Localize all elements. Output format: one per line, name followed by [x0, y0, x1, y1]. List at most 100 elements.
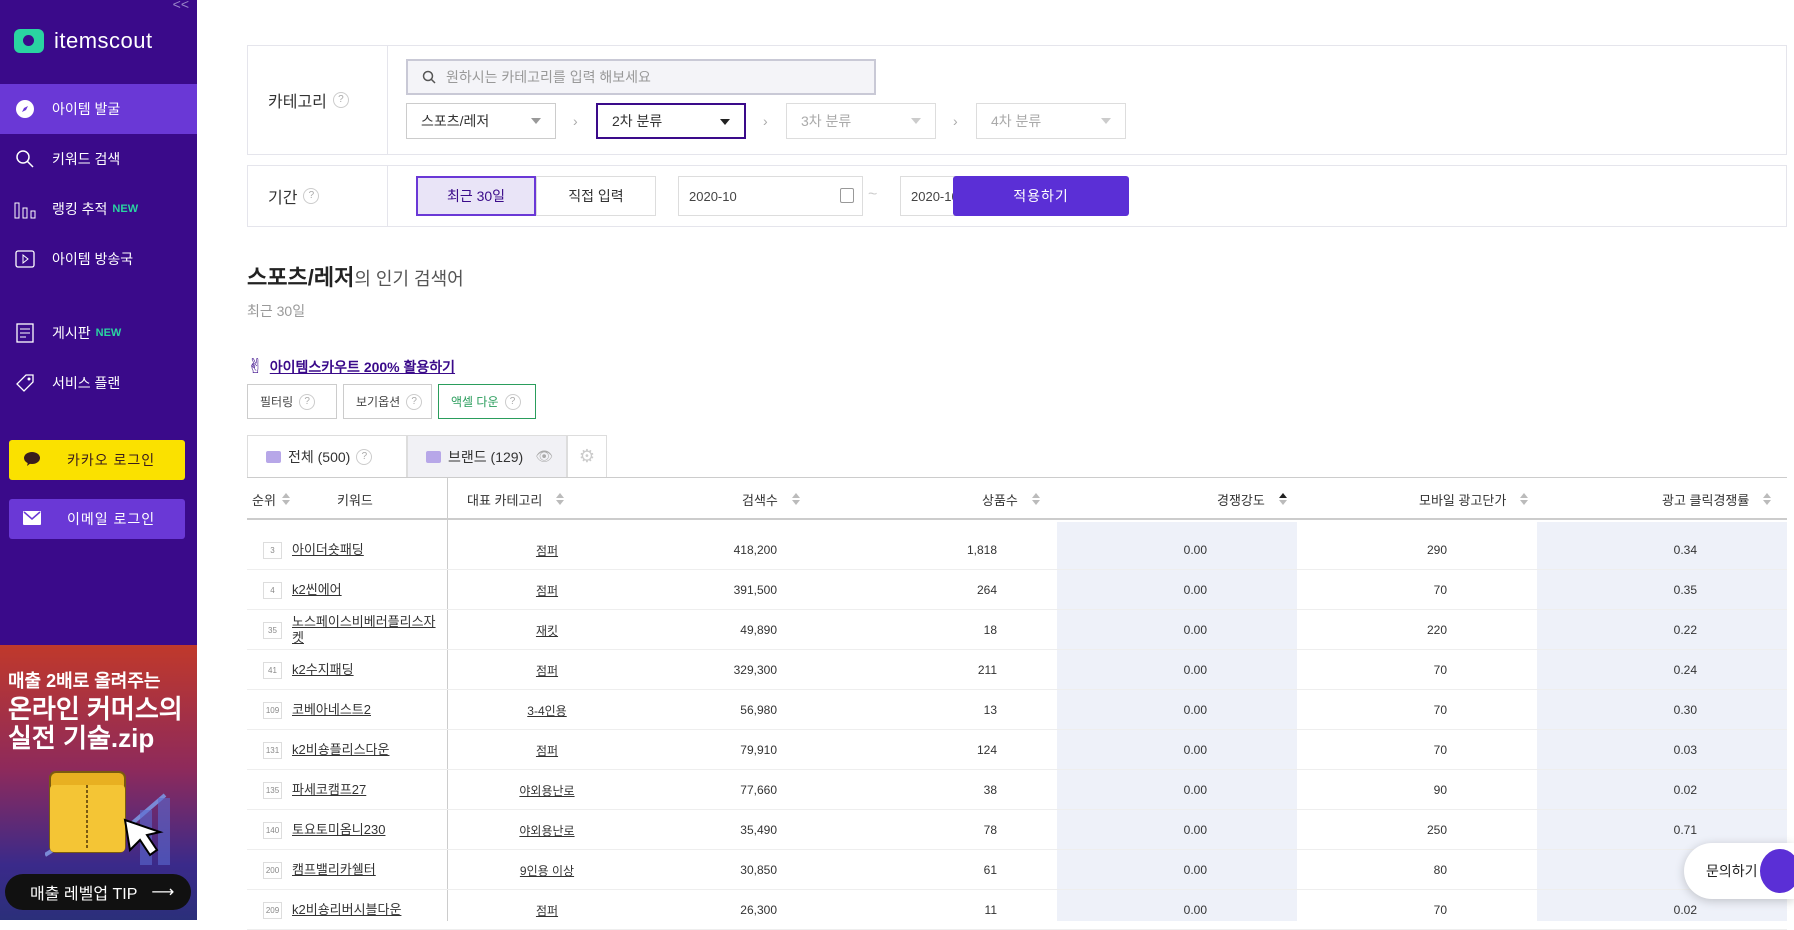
col-rank[interactable]: 순위 — [252, 478, 290, 520]
inquiry-button[interactable]: 문의하기 — [1684, 843, 1794, 899]
filter-button[interactable]: 필터링? — [247, 384, 337, 419]
banner-headline: 온라인 커머스의 실전 기술.zip — [8, 695, 183, 753]
sidebar-item-item-discovery[interactable]: 아이템 발굴 — [0, 84, 197, 134]
keyword-link[interactable]: k2비숑플리스다운 — [292, 730, 444, 770]
sort-icon[interactable] — [1520, 493, 1529, 505]
view-options-button[interactable]: 보기옵션? — [343, 384, 432, 419]
click-competition-value: 0.30 — [1673, 703, 1697, 717]
competition-value: 0.00 — [1183, 863, 1207, 877]
apply-button[interactable]: 적용하기 — [953, 176, 1129, 216]
category-level2-select[interactable]: 2차 분류 — [596, 103, 746, 139]
help-icon[interactable]: ? — [356, 448, 373, 465]
chevron-down-icon — [531, 118, 541, 124]
promo-link-text: 아이템스카우트 200% 활용하기 — [269, 358, 456, 375]
promo-banner[interactable]: 매출 2배로 올려주는 온라인 커머스의 실전 기술.zip 매출 레벨업 TI… — [0, 645, 197, 920]
rank-number: 41 — [263, 661, 282, 679]
sort-icon[interactable] — [556, 493, 565, 505]
search-count: 77,660 — [740, 783, 777, 797]
keyword-link[interactable]: 캠프밸리카쉘터 — [292, 850, 444, 890]
mobile-cpc-value: 90 — [1433, 783, 1447, 797]
category-level1-select[interactable]: 스포츠/레저 — [406, 103, 556, 139]
search-count: 329,300 — [733, 663, 777, 677]
help-icon[interactable]: ? — [332, 92, 349, 108]
help-icon[interactable]: ? — [504, 393, 521, 410]
sort-icon[interactable] — [1763, 493, 1772, 505]
folder-icon — [266, 450, 281, 463]
category-search-input[interactable]: 원하시는 카테고리를 입력 해보세요 — [406, 59, 876, 95]
keyword-link[interactable]: k2씬에어 — [292, 570, 444, 610]
tip-button[interactable]: 매출 레벨업 TIP ⟶ — [5, 874, 191, 910]
category-filter: 카테고리? 원하시는 카테고리를 입력 해보세요 스포츠/레저 › 2차 분류 … — [247, 45, 1787, 155]
mobile-cpc-value: 290 — [1426, 543, 1447, 557]
col-click-competition[interactable]: 광고 클릭경쟁률 — [1662, 478, 1772, 520]
collapse-sidebar-icon[interactable]: << — [173, 0, 189, 12]
sort-asc-icon[interactable] — [1278, 493, 1287, 505]
select-value: 2차 분류 — [612, 113, 663, 129]
custom-range-button[interactable]: 직접 입력 — [536, 176, 656, 216]
mobile-cpc-value: 70 — [1433, 903, 1447, 917]
keyword-link[interactable]: 토요토미옴니230 — [292, 810, 444, 850]
rank-badge: 131 — [263, 730, 282, 770]
sort-icon[interactable] — [791, 493, 800, 505]
chevron-down-icon — [1101, 118, 1111, 124]
sort-icon[interactable] — [281, 493, 290, 505]
email-login-button[interactable]: 이메일 로그인 — [9, 499, 185, 539]
banner-line-2: 온라인 커머스의 — [8, 694, 183, 724]
filter-label: 필터링 — [260, 395, 294, 409]
competition-value: 0.00 — [1183, 823, 1207, 837]
rank-number: 3 — [263, 541, 282, 559]
competition-value: 0.00 — [1183, 783, 1207, 797]
rank-number: 209 — [263, 901, 282, 919]
last-30-days-button[interactable]: 최근 30일 — [416, 176, 536, 216]
keyword-link[interactable]: 파세코캠프27 — [292, 770, 444, 810]
sort-icon[interactable] — [1031, 493, 1040, 505]
excel-download-button[interactable]: 액셀 다운? — [438, 384, 536, 419]
logo-text: itemscout — [54, 28, 153, 53]
sidebar-item-broadcast[interactable]: 아이템 방송국 — [0, 234, 197, 284]
tab-brand[interactable]: 브랜드 (129) 👁 — [407, 435, 567, 477]
search-count: 30,850 — [740, 863, 777, 877]
logo[interactable]: itemscout — [14, 28, 153, 54]
kakao-login-button[interactable]: 카카오 로그인 — [9, 440, 185, 480]
col-search-count[interactable]: 검색수 — [742, 478, 800, 520]
keyword-link[interactable]: 노스페이스비베러플리스자켓 — [292, 610, 444, 650]
help-icon[interactable]: ? — [406, 393, 423, 410]
sidebar-item-board[interactable]: 게시판 NEW — [0, 308, 197, 358]
col-mobile-cpc[interactable]: 모바일 광고단가 — [1419, 478, 1529, 520]
date-from-input[interactable]: 2020-10 — [678, 176, 863, 216]
tab-all[interactable]: 전체 (500)? — [247, 435, 407, 477]
tag-icon — [14, 372, 36, 394]
date-from-value: 2020-10 — [689, 188, 737, 204]
sidebar-item-label: 아이템 발굴 — [52, 101, 121, 117]
keyword-link[interactable]: k2수지패딩 — [292, 650, 444, 690]
inquiry-label: 문의하기 — [1706, 863, 1758, 879]
promo-link[interactable]: ✌ 아이템스카우트 200% 활용하기 — [247, 354, 455, 379]
keyword-link[interactable]: k2비숑리버시블다운 — [292, 890, 444, 930]
gear-icon[interactable]: ⚙ — [567, 435, 607, 477]
rank-number: 200 — [263, 861, 282, 879]
sidebar-item-keyword-search[interactable]: 키워드 검색 — [0, 134, 197, 184]
sidebar-item-ranking[interactable]: 랭킹 추적 NEW — [0, 184, 197, 234]
keyword-link[interactable]: 코베아네스트2 — [292, 690, 444, 730]
eye-icon[interactable]: 👁 — [535, 448, 553, 465]
rank-badge: 41 — [263, 650, 282, 690]
search-count: 79,910 — [740, 743, 777, 757]
category-level3-select[interactable]: 3차 분류 — [786, 103, 936, 139]
rank-number: 109 — [263, 701, 282, 719]
rank-badge: 3 — [263, 530, 282, 570]
sidebar-item-service-plan[interactable]: 서비스 플랜 — [0, 358, 197, 408]
help-icon[interactable]: ? — [299, 393, 316, 410]
search-icon — [14, 148, 36, 170]
col-competition[interactable]: 경쟁강도 — [1217, 478, 1287, 520]
keyword-link[interactable]: 아이더숏패딩 — [292, 530, 444, 570]
col-product-count[interactable]: 상품수 — [982, 478, 1040, 520]
new-badge: NEW — [95, 327, 122, 339]
col-competition-label: 경쟁강도 — [1217, 492, 1265, 508]
category-level4-select[interactable]: 4차 분류 — [976, 103, 1126, 139]
help-icon[interactable]: ? — [303, 188, 320, 204]
col-category[interactable]: 대표 카테고리 — [467, 478, 565, 520]
product-count: 78 — [983, 823, 997, 837]
mail-icon — [23, 510, 41, 528]
chevron-right-icon: › — [573, 113, 578, 129]
document-icon — [14, 322, 36, 344]
